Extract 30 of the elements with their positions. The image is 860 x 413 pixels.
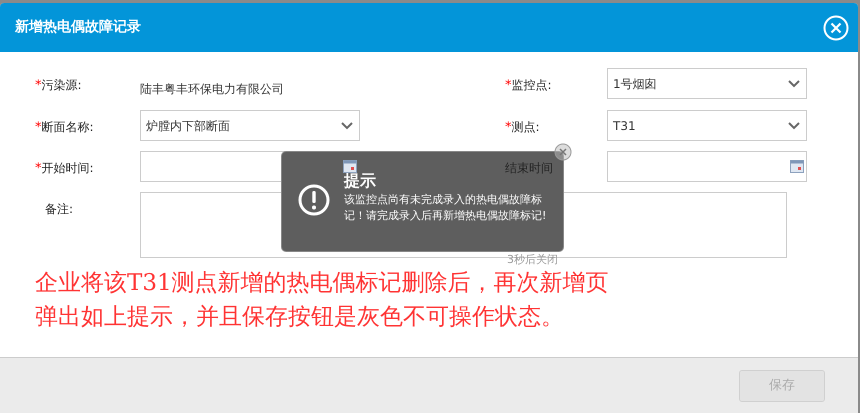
chevron-down-icon (787, 120, 801, 130)
chevron-down-icon (787, 78, 801, 88)
required-asterisk: * (35, 160, 42, 178)
exclamation-icon (298, 184, 330, 216)
calendar-icon (343, 160, 357, 173)
select-field[interactable]: T31 (607, 110, 807, 141)
required-asterisk: * (35, 119, 42, 137)
dialog-title: 新增热电偶故障记录 (15, 18, 141, 37)
field-value: 陆丰粤丰环保电力有限公司 (140, 82, 284, 96)
field-label: 备注: (45, 201, 74, 218)
toast-title: 提示 (344, 170, 376, 192)
annotation-text: 企业将该T31测点新增的热电偶标记删除后，再次新增页 (35, 270, 609, 296)
chevron-down-icon (340, 120, 354, 130)
select-field[interactable]: 炉膛内下部断面 (140, 110, 360, 141)
annotation-text: 弹出如上提示，并且保存按钮是灰色不可操作状态。 (35, 304, 564, 330)
required-asterisk: * (505, 77, 512, 95)
field-label: 断面名称: (42, 119, 94, 136)
field-label: 污染源: (42, 77, 82, 94)
required-asterisk: * (35, 77, 42, 95)
close-icon[interactable] (554, 143, 572, 161)
countdown-text: 3秒后关闭 (507, 252, 558, 268)
field-label: 监控点: (512, 77, 552, 94)
field-label: 结束时间 (505, 160, 553, 177)
required-asterisk: * (505, 119, 512, 137)
toast-message: 该监控点尚有未完成录入的热电偶故障标记！请完成录入后再新增热电偶故障标记! (344, 192, 548, 224)
field-label: 开始时间: (42, 160, 94, 177)
select-field[interactable]: 1号烟囱 (607, 68, 807, 99)
date-field[interactable] (607, 151, 807, 182)
field-label: 测点: (512, 119, 540, 136)
calendar-icon (790, 160, 804, 173)
